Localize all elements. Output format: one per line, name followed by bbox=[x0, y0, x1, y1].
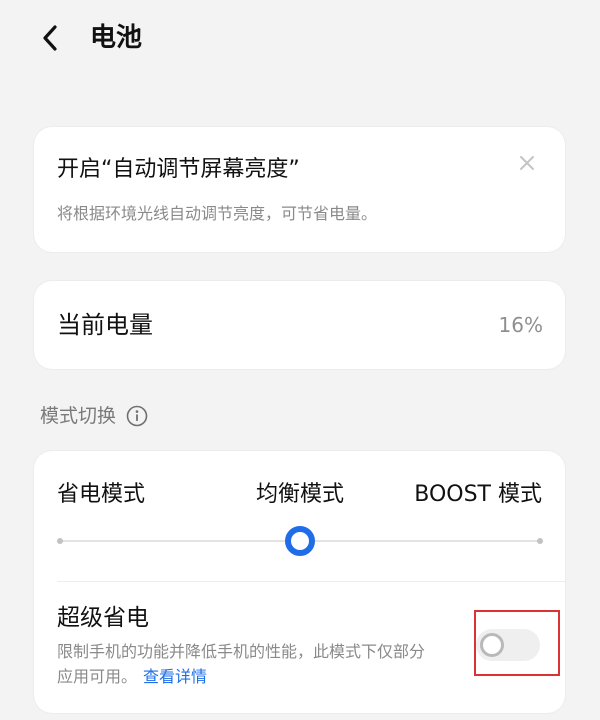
mode-switch-card: 省电模式 均衡模式 BOOST 模式 超级省电 限制手机的功能并降低手机的性能，… bbox=[34, 451, 565, 713]
tip-title: 开启“自动调节屏幕亮度” bbox=[57, 157, 300, 182]
super-saver-title: 超级省电 bbox=[57, 605, 149, 631]
auto-brightness-tip-card[interactable]: 开启“自动调节屏幕亮度” 将根据环境光线自动调节亮度，可节省电量。 bbox=[34, 127, 565, 252]
mode-boost[interactable]: BOOST 模式 bbox=[414, 479, 542, 511]
super-saver-description: 限制手机的功能并降低手机的性能，此模式下仅部分应用可用。 查看详情 bbox=[57, 639, 437, 689]
mode-section-header: 模式切换 bbox=[40, 402, 148, 430]
page-title: 电池 bbox=[90, 23, 143, 53]
mode-slider[interactable] bbox=[57, 526, 543, 556]
super-saver-description-text: 限制手机的功能并降低手机的性能，此模式下仅部分应用可用。 bbox=[57, 642, 426, 686]
current-battery-card: 当前电量 16% bbox=[34, 281, 565, 369]
tip-description: 将根据环境光线自动调节亮度，可节省电量。 bbox=[57, 204, 378, 223]
close-icon bbox=[520, 156, 534, 170]
slider-stop-power-saving[interactable] bbox=[57, 538, 63, 544]
super-saver-toggle[interactable] bbox=[476, 629, 540, 661]
header-bar: 电池 bbox=[0, 0, 600, 76]
mode-balanced[interactable]: 均衡模式 bbox=[252, 479, 348, 511]
mode-section-label: 模式切换 bbox=[40, 405, 117, 427]
info-icon[interactable] bbox=[126, 405, 148, 427]
tip-close-button[interactable] bbox=[515, 151, 539, 175]
slider-stop-boost[interactable] bbox=[537, 538, 543, 544]
view-details-link[interactable]: 查看详情 bbox=[143, 667, 207, 686]
mode-power-saving[interactable]: 省电模式 bbox=[57, 479, 145, 511]
toggle-knob bbox=[480, 633, 504, 657]
slider-thumb[interactable] bbox=[285, 526, 315, 556]
back-button[interactable] bbox=[28, 18, 72, 58]
chevron-left-icon bbox=[43, 25, 57, 51]
battery-percentage: 16% bbox=[498, 313, 543, 337]
battery-label: 当前电量 bbox=[57, 311, 153, 339]
divider bbox=[57, 581, 565, 582]
